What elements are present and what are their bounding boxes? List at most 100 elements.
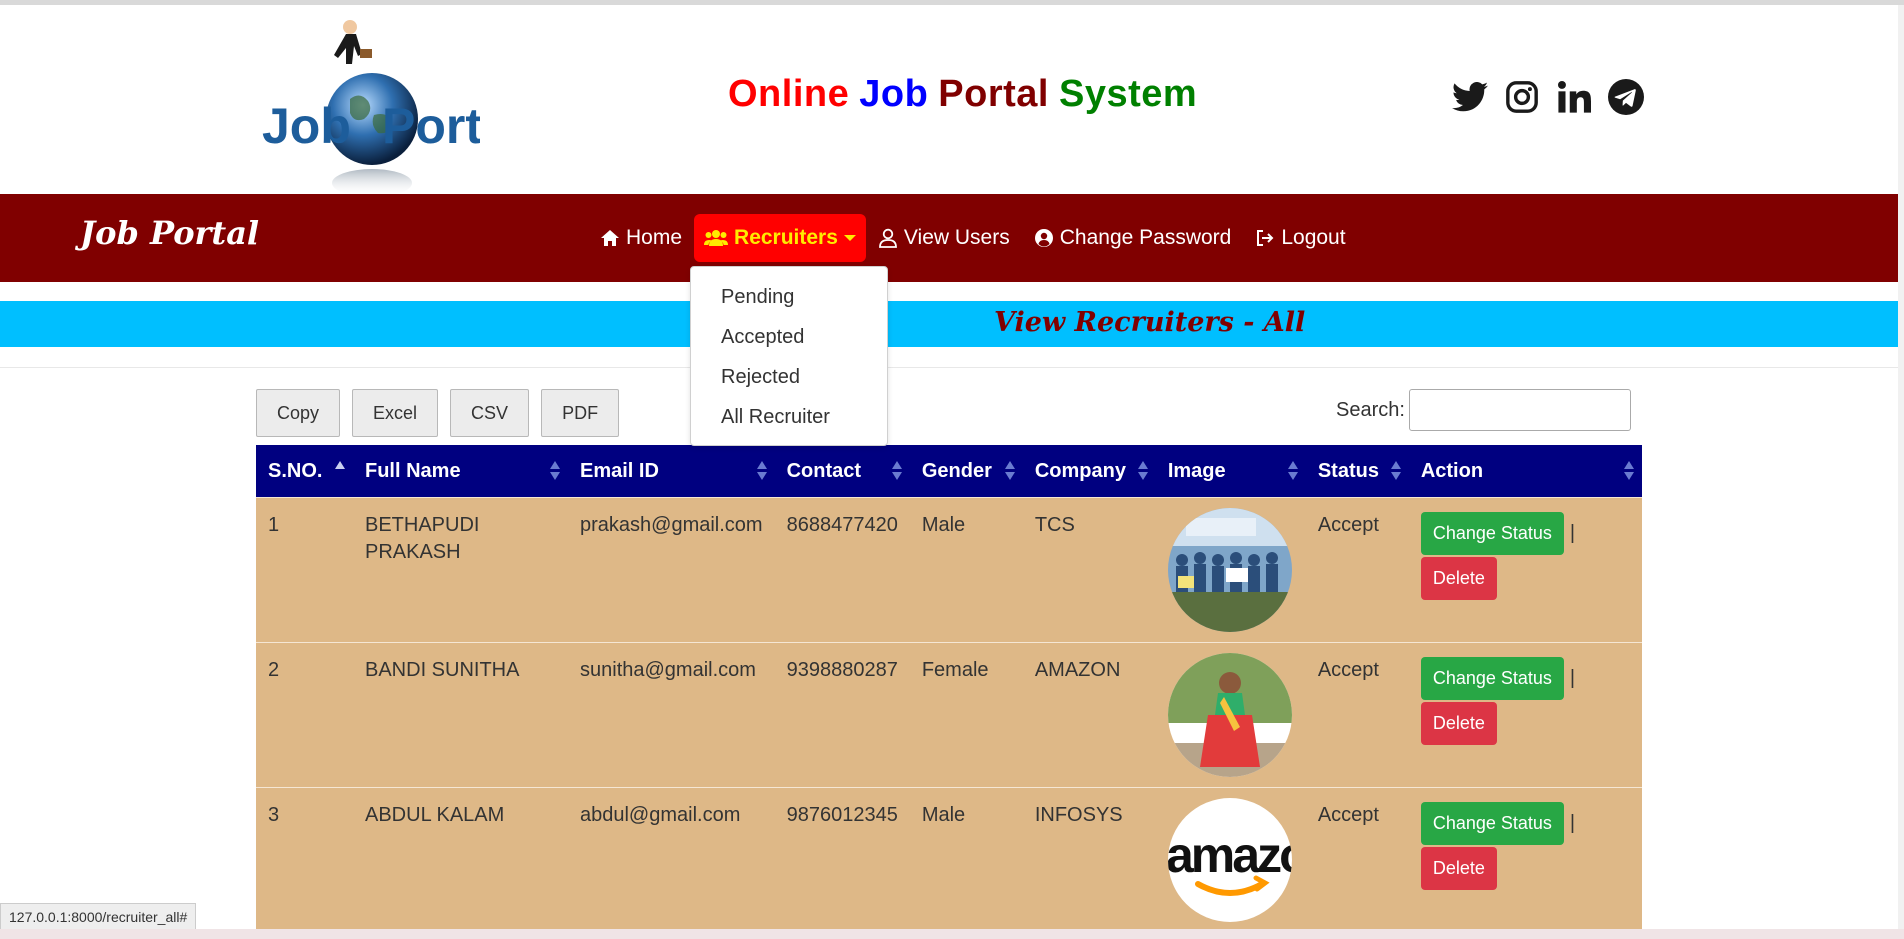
excel-button[interactable]: Excel [352,389,439,437]
action-separator: | [1569,812,1576,834]
column-label: Company [1034,459,1126,482]
divider [0,367,1898,368]
navbar-brand[interactable]: Job Portal [80,214,259,252]
column-header-company[interactable]: Company [1022,445,1156,498]
nav-home-label: Home [626,226,683,249]
column-header-gender[interactable]: Gender [909,445,1023,498]
cell-contact: 9398880287 [774,642,910,788]
column-header-full-name[interactable]: Full Name [353,445,568,498]
svg-text:Job: Job [262,98,351,154]
instagram-icon[interactable] [1504,79,1540,115]
dropdown-item-accepted[interactable]: Accepted [691,317,887,357]
table-header-row: S.NO. Full Name Email ID Contact Gender … [256,445,1642,498]
column-label: Gender [921,459,992,482]
cell-contact: 9876012345 [774,787,910,932]
column-header-status[interactable]: Status [1305,445,1409,498]
cell-sno: 3 [256,787,353,932]
column-label: S.NO. [268,459,323,482]
sort-icon [1004,461,1015,481]
telegram-icon[interactable] [1608,79,1644,115]
recruiters-dropdown: Pending Accepted Rejected All Recruiter [690,266,888,446]
column-label: Email ID [580,459,659,482]
column-header-action[interactable]: Action [1408,445,1642,498]
pdf-button[interactable]: PDF [541,389,620,437]
cell-action: Change Status | Delete [1408,497,1642,643]
social-links [1452,79,1644,115]
recruiter-photo [1167,653,1292,777]
search-input[interactable] [1408,389,1631,431]
nav-item-recruiters[interactable]: Recruiters [694,214,866,262]
cell-gender: Female [909,642,1023,788]
action-separator: | [1569,522,1576,544]
cell-full-name: ABDUL KALAM [353,787,568,932]
twitter-icon[interactable] [1452,79,1488,115]
column-header-sno[interactable]: S.NO. [256,445,353,498]
column-label: Contact [786,459,862,482]
browser-status-url: 127.0.0.1:8000/recruiter_all# [0,903,197,931]
change-status-button[interactable]: Change Status [1420,512,1564,555]
recruiters-table: S.NO. Full Name Email ID Contact Gender … [256,445,1642,932]
logout-icon [1257,230,1274,246]
user-icon [879,228,897,248]
delete-button[interactable]: Delete [1420,702,1497,745]
title-word-system: System [1059,73,1198,115]
cell-gender: Male [909,497,1023,643]
linkedin-icon[interactable] [1556,79,1592,115]
cell-image: amazon [1155,787,1306,932]
column-header-image[interactable]: Image [1155,445,1306,498]
svg-text:Portal: Portal [382,98,480,154]
copy-button[interactable]: Copy [256,389,341,437]
sort-icon [891,461,902,481]
home-icon [601,230,619,246]
cell-status: Accept [1305,787,1409,932]
site-logo[interactable]: Job Portal [262,15,524,197]
cell-gender: Male [909,787,1023,932]
cell-action: Change Status | Delete [1408,787,1642,932]
site-title: Online Job Portal System [728,73,1207,116]
nav-item-change-password[interactable]: Change Password [1022,214,1244,262]
amazon-logo-image: amazon [1167,798,1292,922]
delete-button[interactable]: Delete [1420,557,1497,600]
dropdown-item-rejected[interactable]: Rejected [691,357,887,397]
nav-change-password-label: Change Password [1059,226,1232,249]
cell-status: Accept [1305,497,1409,643]
cell-company: AMAZON [1022,642,1156,788]
cell-sno: 2 [256,642,353,788]
cell-company: TCS [1022,497,1156,643]
table-row: 2 BANDI SUNITHA sunitha@gmail.com 939888… [256,642,1642,788]
main-navbar: Job Portal Home Recruiters View Users Ch… [0,194,1898,282]
nav-logout-label: Logout [1281,226,1346,249]
page-scrollbar[interactable] [1898,5,1904,929]
cell-full-name: BANDI SUNITHA [353,642,568,788]
sort-icon [550,461,560,481]
cell-email: sunitha@gmail.com [568,642,775,788]
sort-icon [1624,461,1634,481]
column-label: Image [1167,459,1226,482]
nav-item-view-users[interactable]: View Users [866,214,1022,262]
sort-icon [756,461,767,481]
svg-text:amazon: amazon [1168,827,1292,883]
column-header-email[interactable]: Email ID [568,445,775,498]
cell-email: prakash@gmail.com [568,497,775,643]
nav-item-home[interactable]: Home [588,214,694,262]
sort-icon [1390,461,1401,481]
cell-email: abdul@gmail.com [568,787,775,932]
chevron-down-icon [843,235,856,241]
column-label: Action [1420,459,1484,482]
table-search: Search: [1336,389,1631,431]
cell-status: Accept [1305,642,1409,788]
cell-contact: 8688477420 [774,497,910,643]
cell-image [1155,642,1306,788]
change-status-button[interactable]: Change Status [1420,657,1564,700]
sort-icon [1137,461,1148,481]
dropdown-item-pending[interactable]: Pending [691,277,887,317]
change-status-button[interactable]: Change Status [1420,802,1564,845]
csv-button[interactable]: CSV [450,389,530,437]
column-label: Status [1317,459,1379,482]
column-header-contact[interactable]: Contact [774,445,910,498]
site-header: Job Portal OnlineJobPortalSystem [0,5,1898,197]
nav-item-logout[interactable]: Logout [1243,214,1357,262]
delete-button[interactable]: Delete [1420,847,1497,890]
cell-full-name: BETHAPUDI PRAKASH [353,497,568,643]
dropdown-item-all-recruiter[interactable]: All Recruiter [691,397,887,437]
